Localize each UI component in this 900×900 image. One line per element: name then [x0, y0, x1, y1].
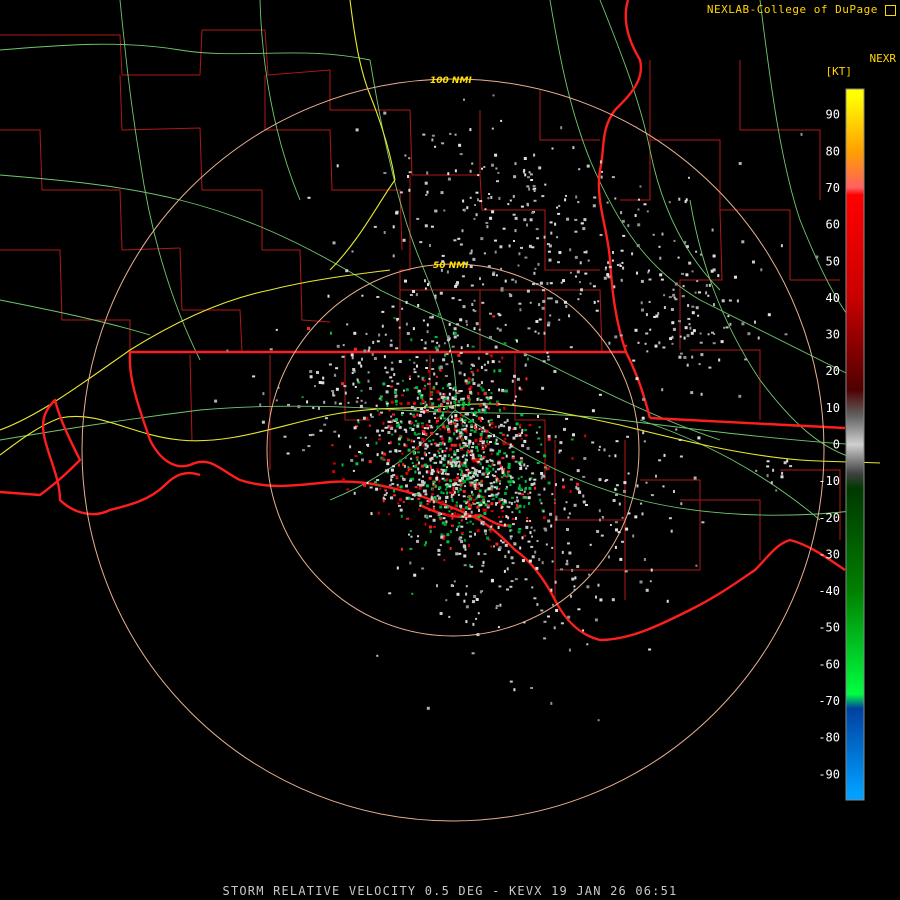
product-caption: STORM RELATIVE VELOCITY 0.5 DEG - KEVX 1… [222, 884, 678, 898]
unit-text: [KT] [825, 65, 853, 78]
colorbar-tick-label: -20 [818, 511, 840, 525]
colorbar-tick-label: -10 [818, 474, 840, 488]
colorbar-tick-label: -80 [818, 731, 840, 745]
colorbar-tick-label: -30 [818, 547, 840, 561]
credit-text: NEXLAB-College of DuPage [707, 3, 896, 16]
range-ring-label-100: 100 NMI [430, 76, 472, 86]
colorbar-tick-label: -60 [818, 657, 840, 671]
radar-map: 100 NMI 50 NMI 90 80 70 60 50 40 30 20 10 0 -10 -20… [0, 0, 900, 900]
colorbar-tick-label: 30 [826, 328, 840, 342]
colorbar-tick-label: 50 [826, 254, 840, 268]
colorbar-tick-label: 0 [833, 438, 840, 452]
colorbar-tick-label: 70 [826, 181, 840, 195]
unit-label: NEXR [KT] [826, 52, 897, 78]
cod-logo-icon [885, 4, 896, 16]
colorbar-tick-label: 60 [826, 218, 840, 232]
colorbar-tick-label: 10 [826, 401, 840, 415]
colorbar-tick-label: 20 [826, 364, 840, 378]
credit-label: NEXLAB-College of DuPage [706, 3, 878, 16]
colorbar-tick-label: -50 [818, 621, 840, 635]
colorbar-tick-label: 80 [826, 144, 840, 158]
colorbar [845, 88, 865, 801]
product-code: NEXR [869, 52, 897, 65]
colorbar-tick-label: -70 [818, 694, 840, 708]
colorbar-tick-label: -90 [818, 767, 840, 781]
colorbar-tick-label: 90 [826, 108, 840, 122]
colorbar-tick-label: 40 [826, 291, 840, 305]
colorbar-tick-label: -40 [818, 584, 840, 598]
range-ring-label-50: 50 NMI [433, 261, 469, 271]
